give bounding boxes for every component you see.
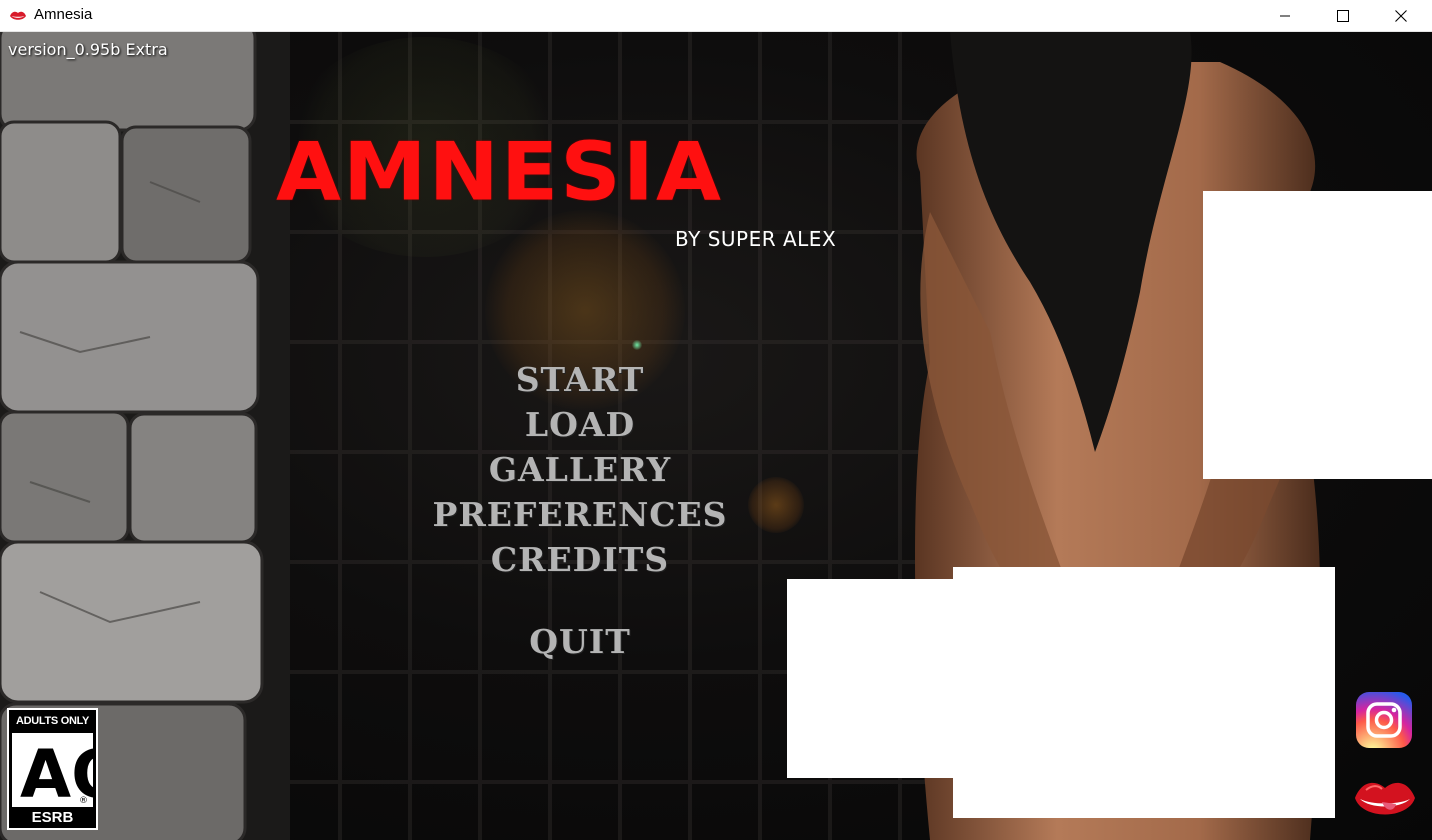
menu-quit-button[interactable]: QUIT bbox=[380, 619, 780, 664]
maximize-button[interactable] bbox=[1314, 0, 1372, 32]
game-logo-byline: BY SUPER ALEX bbox=[675, 227, 837, 251]
lens-flare bbox=[632, 340, 642, 350]
main-menu: START LOAD GALLERY PREFERENCES CREDITS Q… bbox=[380, 357, 780, 664]
esrb-ao-mark: AO ® bbox=[12, 733, 127, 813]
menu-credits-button[interactable]: CREDITS bbox=[380, 537, 780, 582]
svg-text:®: ® bbox=[79, 796, 88, 806]
lips-icon bbox=[1352, 782, 1418, 834]
menu-load-button[interactable]: LOAD bbox=[380, 402, 780, 447]
censor-block bbox=[787, 579, 957, 778]
esrb-rating-badge: ADULTS ONLY 18+ AO ® ESRB bbox=[7, 708, 127, 830]
version-label: version_0.95b Extra bbox=[8, 40, 168, 59]
minimize-button[interactable] bbox=[1256, 0, 1314, 32]
instagram-icon bbox=[1356, 702, 1412, 752]
menu-start-button[interactable]: START bbox=[380, 357, 780, 402]
main-menu-scene: version_0.95b Extra AMNESIA BY SUPER ALE… bbox=[0, 32, 1432, 840]
instagram-button[interactable] bbox=[1356, 692, 1412, 748]
esrb-rating-top: ADULTS ONLY 18+ bbox=[15, 715, 90, 749]
maximize-icon bbox=[1337, 10, 1349, 22]
window-title: Amnesia bbox=[34, 6, 93, 23]
close-button[interactable] bbox=[1372, 0, 1430, 32]
minimize-icon bbox=[1279, 10, 1291, 22]
close-icon bbox=[1395, 10, 1407, 22]
game-logo-title: AMNESIA bbox=[276, 125, 724, 219]
censor-block bbox=[953, 567, 1335, 818]
censor-block bbox=[1203, 191, 1432, 479]
lips-link-button[interactable] bbox=[1352, 772, 1418, 830]
menu-preferences-button[interactable]: PREFERENCES bbox=[380, 492, 780, 537]
window-titlebar: Amnesia bbox=[0, 0, 1432, 32]
lips-icon bbox=[9, 7, 27, 25]
esrb-rating-bottom: ESRB bbox=[31, 809, 74, 826]
menu-gallery-button[interactable]: GALLERY bbox=[380, 447, 780, 492]
